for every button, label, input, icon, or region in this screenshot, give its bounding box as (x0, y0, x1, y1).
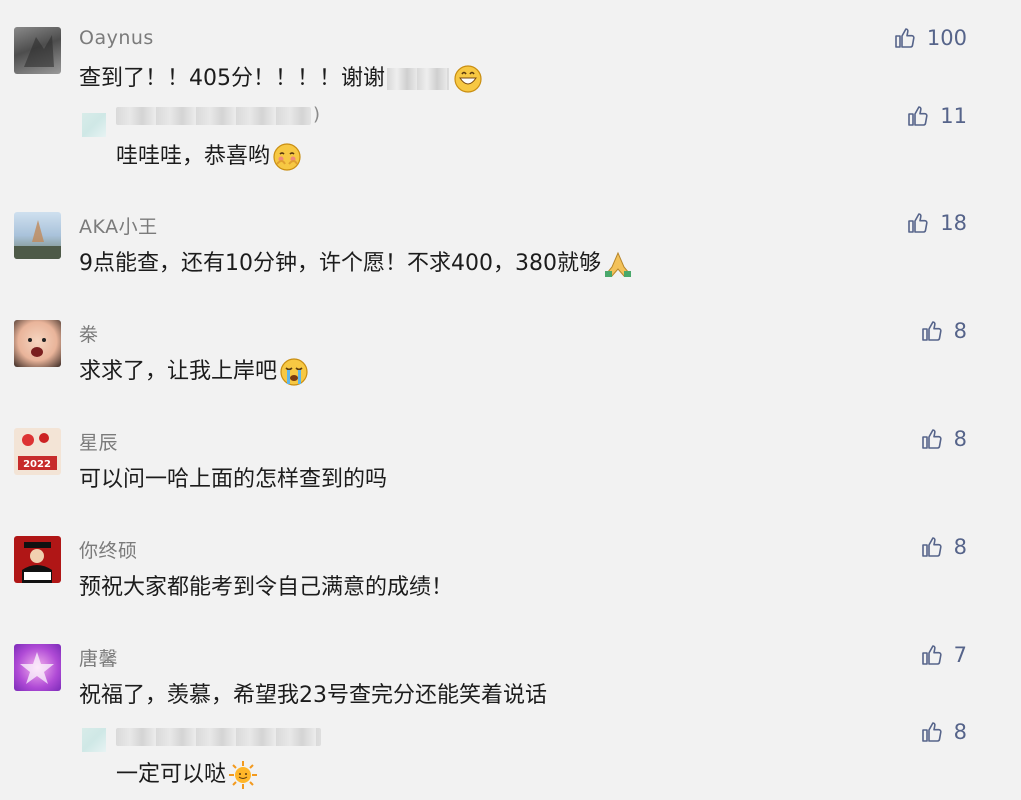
like-count: 18 (940, 211, 967, 235)
comment-author[interactable]: 桊 (79, 320, 99, 347)
avatar[interactable] (14, 212, 61, 259)
comment-item: AKA小王 9点能查，还有10分钟，许个愿！不求400，380就够 18 (0, 200, 1021, 305)
thumbs-up-icon (921, 722, 942, 742)
comment-text: 求求了，让我上岸吧 (79, 353, 309, 387)
comment-text: 预祝大家都能考到令自己满意的成绩！ (79, 575, 454, 600)
thumbs-up-icon (921, 321, 942, 341)
reply-avatar[interactable] (82, 728, 106, 752)
like-count: 8 (953, 427, 967, 451)
comment-author[interactable]: AKA小王 (79, 212, 158, 239)
comment-text: 查到了！！405分！！！！谢谢 (79, 60, 483, 94)
sun-emoji-icon (229, 761, 258, 789)
reply-avatar[interactable] (82, 113, 106, 137)
like-count: 100 (926, 26, 967, 50)
like-button[interactable]: 8 (920, 319, 967, 343)
censored-blur (387, 68, 449, 90)
comment-text-content: 求求了，让我上岸吧 (79, 359, 278, 384)
comment-item: 唐馨 祝福了，羡慕，希望我23号查完分还能笑着说话 7 一定可以哒 8 (0, 632, 1021, 800)
comment-text: 祝福了，羡慕，希望我23号查完分还能笑着说话 (79, 683, 547, 708)
like-count: 11 (940, 104, 967, 128)
comment-item: 你终硕 预祝大家都能考到令自己满意的成绩！ 8 (0, 524, 1021, 629)
thumbs-up-icon (921, 537, 942, 557)
like-button[interactable]: 8 (920, 535, 967, 559)
comment-item: 2022 星辰 可以问一哈上面的怎样查到的吗 8 (0, 416, 1021, 521)
blurred-username (116, 728, 321, 746)
comment-author[interactable]: Oaynus (79, 27, 154, 49)
thumbs-up-icon (921, 645, 942, 665)
svg-text:2022: 2022 (23, 459, 51, 470)
like-button[interactable]: 18 (906, 211, 967, 235)
reply-text: 哇哇哇，恭喜哟 (116, 138, 302, 172)
avatar[interactable] (14, 644, 61, 691)
thumbs-up-icon (921, 429, 942, 449)
avatar[interactable] (14, 27, 61, 74)
comment-item: 桊 求求了，让我上岸吧 8 (0, 308, 1021, 413)
comment-text: 9点能查，还有10分钟，许个愿！不求400，380就够 (79, 245, 633, 279)
avatar[interactable] (14, 320, 61, 367)
reply-like-button[interactable]: 8 (920, 720, 967, 744)
comment-author[interactable]: 你终硕 (79, 536, 138, 563)
blurred-username (116, 107, 311, 125)
like-count: 7 (953, 643, 967, 667)
grinning-emoji-icon (454, 65, 482, 93)
comment-text: 可以问一哈上面的怎样查到的吗 (79, 467, 388, 492)
thumbs-up-icon (895, 28, 915, 48)
praying-hands-icon (604, 251, 631, 277)
reply-text: 一定可以哒 (116, 756, 258, 790)
thumbs-up-icon (908, 213, 928, 233)
like-count: 8 (953, 535, 967, 559)
like-count: 8 (953, 319, 967, 343)
avatar[interactable]: 2022 (14, 428, 61, 475)
thumbs-up-icon (908, 106, 928, 126)
blushing-emoji-icon (273, 143, 301, 171)
reply-author-suffix: ) (313, 104, 321, 125)
like-button[interactable]: 8 (920, 427, 967, 451)
like-button[interactable]: 100 (893, 26, 967, 50)
reply-text-content: 一定可以哒 (116, 762, 227, 787)
comment-author[interactable]: 唐馨 (79, 644, 118, 671)
reply-like-button[interactable]: 11 (906, 104, 967, 128)
reply-text-content: 哇哇哇，恭喜哟 (116, 144, 271, 169)
crying-emoji-icon (280, 358, 308, 386)
comment-text-before: 查到了！！405分！！！！谢谢 (79, 66, 385, 91)
like-button[interactable]: 7 (920, 643, 967, 667)
avatar[interactable] (14, 536, 61, 583)
comment-author[interactable]: 星辰 (79, 428, 118, 455)
comment-text-content: 9点能查，还有10分钟，许个愿！不求400，380就够 (79, 251, 601, 276)
comment-item: Oaynus 查到了！！405分！！！！谢谢 100 ) 哇哇哇，恭喜哟 11 (0, 0, 1021, 200)
like-count: 8 (953, 720, 967, 744)
